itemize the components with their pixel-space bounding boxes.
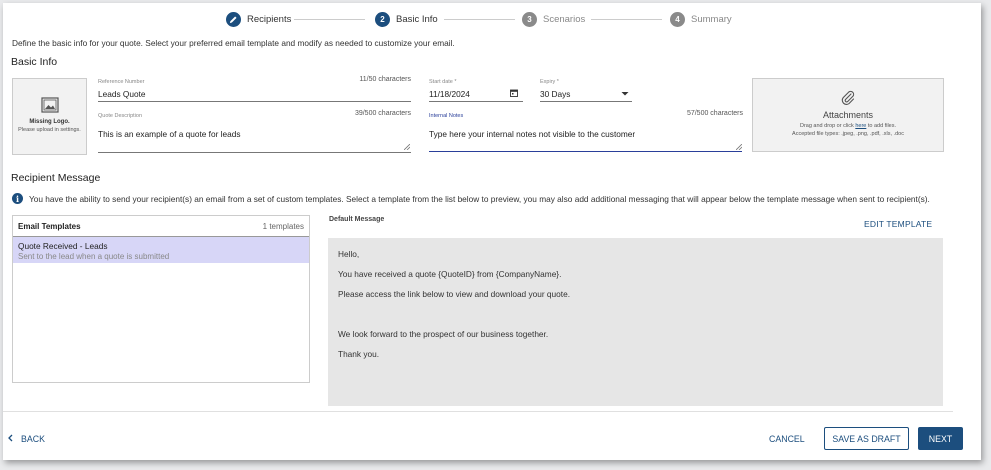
description-label: Quote Description [98, 113, 143, 119]
description-count: 39/500 characters [354, 110, 411, 117]
expiry-select[interactable]: 30 Days [540, 89, 570, 99]
step-label: Summary [691, 13, 732, 25]
email-templates-title: Email Templates [18, 221, 81, 231]
step-summary[interactable]: 4 Summary [670, 9, 732, 29]
step-recipients[interactable]: Recipients [226, 9, 291, 29]
chevron-left-icon [8, 434, 13, 444]
message-line: We look forward to the prospect of our b… [338, 329, 549, 339]
wizard-stepper: Recipients 2 Basic Info 3 Scenarios 4 Su… [3, 9, 981, 29]
default-message-label: Default Message [329, 216, 385, 223]
recipient-info-text: You have the ability to send your recipi… [29, 193, 930, 204]
next-button[interactable]: NEXT [918, 427, 963, 450]
step-number: 2 [375, 11, 390, 27]
attachments-title: Attachments [822, 110, 874, 120]
intro-text: Define the basic info for your quote. Se… [12, 38, 455, 48]
internal-notes-label: Internal Notes [429, 113, 464, 119]
pencil-icon [226, 11, 241, 27]
step-label: Basic Info [396, 13, 438, 25]
step-label: Scenarios [543, 13, 586, 25]
step-number: 4 [670, 11, 685, 27]
footer-divider [3, 411, 953, 412]
reference-count: 11/50 characters [359, 76, 411, 83]
edit-template-button[interactable]: EDIT TEMPLATE [864, 219, 932, 229]
message-line: Please access the link below to view and… [338, 289, 570, 299]
email-templates-count: 1 templates [262, 221, 304, 231]
paperclip-icon [753, 90, 943, 108]
template-name: Quote Received - Leads [18, 241, 108, 251]
missing-logo-hint: Please upload in settings. [18, 127, 81, 133]
template-item[interactable]: Quote Received - Leads Sent to the lead … [13, 237, 309, 263]
step-number: 3 [522, 11, 537, 27]
internal-notes-input[interactable]: Type here your internal notes not visibl… [429, 129, 734, 139]
resize-handle-icon[interactable] [404, 144, 410, 150]
email-templates-header: Email Templates 1 templates [13, 216, 309, 237]
info-icon: i [12, 193, 23, 204]
logo-placeholder: Missing Logo. Please upload in settings. [12, 78, 87, 155]
expiry-label: Expiry * [540, 79, 559, 85]
back-button[interactable]: BACK [8, 434, 45, 444]
message-line: You have received a quote {QuoteID} from… [338, 269, 562, 279]
description-input[interactable]: This is an example of a quote for leads [98, 129, 403, 139]
upload-link[interactable]: here [855, 123, 866, 129]
reference-input[interactable]: Leads Quote [98, 89, 410, 99]
message-line: Hello, [338, 249, 360, 259]
missing-logo-title: Missing Logo. [29, 119, 70, 125]
resize-handle-icon[interactable] [736, 144, 742, 150]
accepted-file-types: Accepted file types: .jpeg, .png, .pdf, … [792, 131, 904, 137]
recipient-message-heading: Recipient Message [11, 172, 101, 184]
default-message-preview: Hello, You have received a quote {QuoteI… [328, 238, 943, 406]
basic-info-heading: Basic Info [11, 56, 58, 68]
quote-wizard-window: Recipients 2 Basic Info 3 Scenarios 4 Su… [3, 3, 981, 460]
cancel-button[interactable]: CANCEL [769, 434, 805, 444]
chevron-down-icon[interactable] [621, 90, 629, 99]
save-as-draft-button[interactable]: SAVE AS DRAFT [824, 427, 909, 450]
reference-label: Reference Number [98, 79, 145, 85]
back-label: BACK [21, 434, 45, 444]
attachments-hint: Drag and drop or click here to add files… [799, 123, 897, 129]
calendar-icon[interactable] [510, 89, 518, 99]
template-desc: Sent to the lead when a quote is submitt… [18, 252, 170, 261]
step-scenarios[interactable]: 3 Scenarios [522, 9, 585, 29]
internal-notes-count: 57/500 characters [686, 110, 743, 117]
recipient-info: i You have the ability to send your reci… [12, 193, 930, 204]
message-line: Thank you. [338, 349, 380, 359]
start-date-input[interactable]: 11/18/2024 [429, 89, 470, 99]
image-icon [40, 97, 59, 115]
attachments-dropzone[interactable]: Attachments Drag and drop or click here … [752, 78, 944, 152]
step-label: Recipients [247, 13, 292, 25]
start-date-label: Start date * [429, 79, 457, 85]
step-basic-info[interactable]: 2 Basic Info [375, 9, 438, 29]
email-templates-panel: Email Templates 1 templates Quote Receiv… [12, 215, 310, 383]
